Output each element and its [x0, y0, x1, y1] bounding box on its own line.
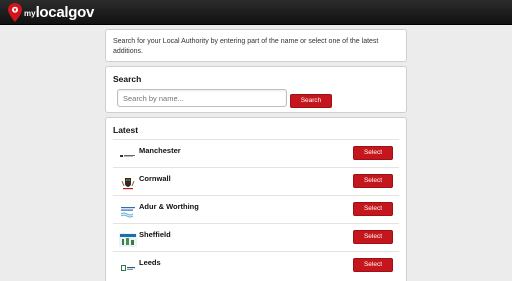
intro-panel: Search for your Local Authority by enter…: [105, 29, 407, 62]
list-item-name: Leeds: [139, 258, 161, 267]
search-input[interactable]: [117, 89, 287, 107]
list-item-manchester[interactable]: Manchester Select: [113, 139, 399, 167]
search-heading: Search: [113, 74, 142, 84]
brand-gov: gov: [68, 4, 95, 21]
list-item-cornwall[interactable]: Cornwall Select: [113, 167, 399, 195]
select-button[interactable]: Select: [353, 258, 393, 272]
manchester-logo-icon: [119, 154, 137, 158]
select-button[interactable]: Select: [353, 202, 393, 216]
latest-panel: Latest Manchester Select Cornwall Select…: [105, 117, 407, 281]
list-item-sheffield[interactable]: Sheffield Select: [113, 223, 399, 251]
leeds-logo-icon: [119, 261, 137, 275]
search-panel: Search Search: [105, 66, 407, 113]
mylocalgov-logo[interactable]: mylocalgov: [8, 3, 94, 22]
adur-worthing-logo-icon: [119, 205, 137, 219]
sheffield-logo-icon: [119, 233, 137, 247]
search-button[interactable]: Search: [290, 94, 332, 108]
cornwall-crest-icon: [119, 177, 137, 191]
intro-text: Search for your Local Authority by enter…: [113, 38, 379, 55]
brand-local: local: [35, 4, 69, 21]
select-button[interactable]: Select: [353, 174, 393, 188]
latest-heading: Latest: [113, 125, 139, 135]
brand-wordmark: mylocalgov: [24, 4, 94, 21]
list-item-adur-worthing[interactable]: Adur & Worthing Select: [113, 195, 399, 223]
select-button[interactable]: Select: [353, 146, 393, 160]
list-item-name: Cornwall: [139, 174, 171, 183]
select-button[interactable]: Select: [353, 230, 393, 244]
list-item-name: Adur & Worthing: [139, 202, 199, 211]
list-item-name: Sheffield: [139, 230, 171, 239]
brand-my: my: [24, 9, 36, 18]
list-item-leeds[interactable]: Leeds Select: [113, 251, 399, 279]
latest-list: Manchester Select Cornwall Select Adur &…: [113, 139, 399, 279]
location-pin-icon: [8, 3, 22, 22]
list-item-name: Manchester: [139, 146, 181, 155]
top-navigation-bar: mylocalgov: [0, 0, 512, 25]
